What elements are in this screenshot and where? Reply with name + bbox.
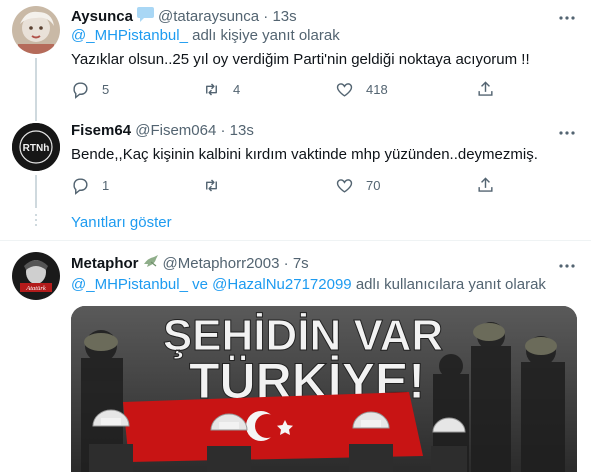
timestamp[interactable]: 13s	[272, 8, 296, 25]
heart-icon	[336, 178, 353, 193]
retweet-count: 4	[233, 81, 241, 97]
more-icon[interactable]	[557, 123, 577, 143]
tweet-actions: 1 70	[71, 175, 501, 195]
retweet-icon	[206, 82, 217, 96]
separator-dot: ·	[283, 255, 289, 272]
user-handle[interactable]: @Metaphorr2003	[163, 255, 280, 272]
reply-count: 1	[102, 177, 110, 193]
thread-line-bottom	[35, 175, 37, 208]
display-name[interactable]: Fisem64	[71, 122, 131, 139]
like-count: 418	[366, 81, 388, 97]
tweet-fisem64[interactable]: RTNh Fisem64 @Fisem064 · 13s Bende,,Kaç …	[0, 113, 591, 208]
reply-button[interactable]: 1	[71, 175, 109, 195]
share-button[interactable]	[476, 79, 495, 99]
display-name[interactable]: Aysunca	[71, 8, 133, 25]
thread-line	[35, 58, 37, 113]
retweet-button[interactable]: 4	[202, 79, 240, 99]
reply-handle-link[interactable]: @_MHPistanbul_	[71, 27, 188, 44]
avatar-text: Atatürk	[25, 285, 46, 292]
separator-dot: ·	[263, 8, 269, 25]
more-icon[interactable]	[557, 8, 577, 28]
share-icon	[478, 80, 493, 96]
thread-line-top	[35, 113, 37, 121]
heart-icon	[336, 82, 353, 97]
user-handle[interactable]: @tataraysunca	[158, 8, 259, 25]
tweet-aysunca[interactable]: Aysunca @tataraysunca · 13s @_MHPistanbul…	[0, 0, 591, 113]
like-button[interactable]: 418	[335, 79, 388, 99]
reply-suffix: adlı kişiye yanıt olarak	[192, 27, 340, 44]
like-count: 70	[366, 177, 381, 193]
tweet-header: Metaphor @Metaphorr2003 · 7s	[71, 254, 309, 276]
avatar-fisem64[interactable]: RTNh	[12, 123, 60, 171]
reply-context: @_MHPistanbul_ ve @HazalNu27172099 adlı …	[71, 275, 546, 295]
avatar-aysunca[interactable]	[12, 6, 60, 54]
tweet-actions: 5 4 418	[71, 79, 501, 99]
show-replies-link[interactable]: Yanıtları göster	[71, 213, 172, 233]
avatar-text: RTNh	[23, 143, 50, 154]
reply-joiner: ve	[192, 276, 208, 293]
dove-icon	[142, 254, 160, 276]
separator-dot: ·	[220, 122, 226, 139]
reply-handle-link[interactable]: @HazalNu27172099	[212, 276, 352, 293]
share-button[interactable]	[476, 175, 495, 195]
reply-suffix: adlı kullanıcılara yanıt olarak	[355, 276, 546, 293]
retweet-icon	[206, 178, 217, 192]
reply-icon	[73, 81, 88, 99]
display-name[interactable]: Metaphor	[71, 255, 139, 272]
avatar-metaphor[interactable]: Atatürk	[12, 252, 60, 300]
user-handle[interactable]: @Fisem064	[135, 122, 216, 139]
tweet-text: Yazıklar olsun..25 yıl oy verdiğim Parti…	[71, 51, 530, 68]
reply-count: 5	[102, 81, 110, 97]
reply-handle-link[interactable]: @_MHPistanbul_	[71, 276, 188, 293]
reply-icon	[73, 177, 88, 195]
reply-context: @_MHPistanbul_ adlı kişiye yanıt olarak	[71, 26, 340, 46]
tweet-text: Bende,,Kaç kişinin kalbini kırdım vaktin…	[71, 146, 538, 163]
more-icon[interactable]	[557, 256, 577, 276]
timestamp[interactable]: 13s	[230, 122, 254, 139]
tweet-header: Fisem64 @Fisem064 · 13s	[71, 121, 254, 141]
reply-button[interactable]: 5	[71, 79, 109, 99]
share-icon	[478, 176, 493, 192]
thread-dots	[35, 214, 37, 228]
retweet-button[interactable]	[202, 175, 221, 195]
tweet-media-image[interactable]: ŞEHİDİN VAR TÜRKİYE!	[71, 306, 577, 472]
timestamp[interactable]: 7s	[293, 255, 309, 272]
like-button[interactable]: 70	[335, 175, 380, 195]
